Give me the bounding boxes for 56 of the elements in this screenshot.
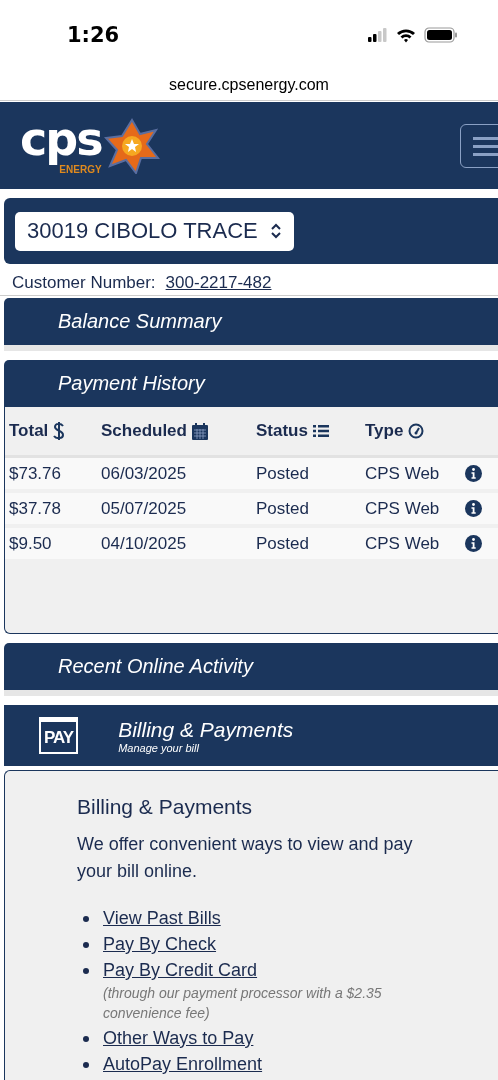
column-header[interactable]: Type [365, 421, 465, 441]
section-header[interactable]: Payment History [4, 360, 498, 407]
logo-tagline: ENERGY [59, 163, 102, 176]
updown-icon [269, 222, 282, 240]
section-header[interactable]: Balance Summary [4, 298, 498, 345]
bullet-icon [83, 1062, 89, 1068]
table-cell-text: 04/10/2025 [101, 533, 188, 554]
table-cell-text: Posted [256, 533, 310, 554]
wifi-icon [396, 27, 416, 43]
sun-logo-icon [103, 117, 160, 174]
info-icon[interactable] [465, 500, 482, 517]
billing-link[interactable]: Other Ways to Pay [103, 1025, 254, 1051]
signal-icon [368, 28, 388, 42]
info-icon[interactable] [465, 465, 482, 482]
table-cell-text: CPS Web [365, 498, 441, 519]
table-cell-text: 06/03/2025 [101, 463, 188, 484]
table-cell-text: 05/07/2025 [101, 498, 188, 519]
column-header[interactable]: Status [256, 421, 365, 441]
billing-link[interactable]: Pay By Check [103, 931, 217, 957]
billing-title: Billing & Payments [118, 717, 294, 742]
billing-intro: We offer convenient ways to view and pay your bill online. [77, 833, 414, 883]
calendar-icon [191, 422, 208, 440]
table-cell-text: $9.50 [9, 533, 53, 554]
column-header[interactable]: Total [9, 421, 101, 441]
dollar-icon [53, 421, 66, 441]
battery-icon [424, 27, 458, 43]
billing-link[interactable]: View Past Bills [103, 905, 221, 931]
table-cell-text: $37.78 [9, 498, 62, 519]
billing-heading: Billing & Payments [77, 795, 254, 819]
bullet-icon [83, 942, 89, 948]
table-cell-text: Posted [256, 463, 310, 484]
billing-link[interactable]: AutoPay Enrollment [103, 1051, 263, 1077]
info-icon[interactable] [465, 535, 482, 552]
section-header[interactable]: Recent Online Activity [4, 643, 498, 690]
menu-icon [473, 135, 498, 156]
menu-button[interactable] [460, 123, 498, 168]
status-time: 1:26 [67, 23, 120, 47]
table-cell-text: Posted [256, 498, 310, 519]
customer-number-link[interactable]: 300-2217-482 [165, 273, 272, 293]
list-icon [312, 424, 329, 438]
bullet-icon [83, 1036, 89, 1042]
fee-note: (through our payment processor with a $2.35 convenience fee) [103, 984, 383, 1023]
table-cell-text: CPS Web [365, 463, 441, 484]
bullet-icon [83, 916, 89, 922]
url-text[interactable]: secure.cpsenergy.com [169, 76, 329, 94]
table-cell-text: $73.76 [9, 463, 62, 484]
column-header[interactable]: Scheduled [101, 421, 256, 441]
address-select[interactable]: 30019 CIBOLO TRACE [15, 211, 294, 251]
billing-subtitle: Manage your bill [118, 741, 200, 754]
gauge-icon [408, 423, 425, 439]
bullet-icon [83, 968, 89, 974]
customer-label: Customer Number: [12, 273, 156, 293]
billing-link[interactable]: Pay By Credit Card [103, 957, 423, 983]
billing-header[interactable]: PAY Billing & Payments Manage your bill [4, 705, 498, 766]
table-cell-text: CPS Web [365, 533, 441, 554]
pay-badge: PAY [39, 717, 79, 754]
